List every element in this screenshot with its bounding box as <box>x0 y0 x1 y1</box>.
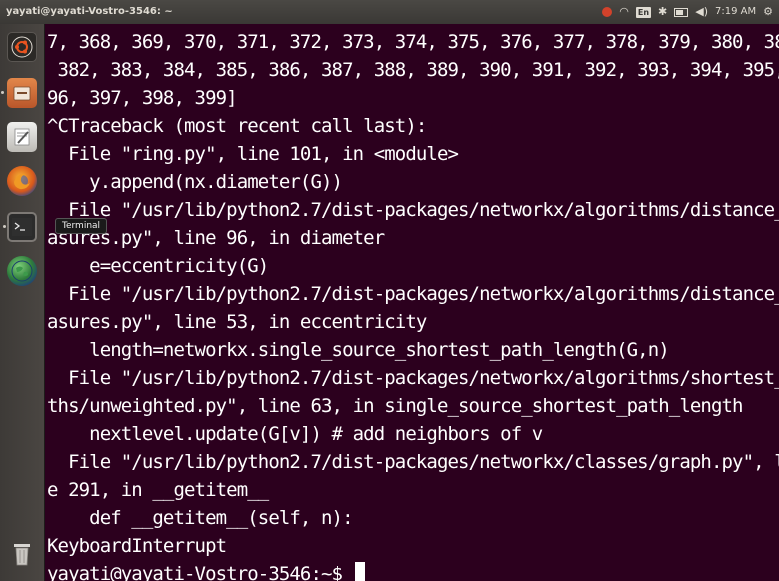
terminal-line: def __getitem__(self, n): <box>47 507 353 529</box>
firefox-icon <box>14 173 30 190</box>
files-icon <box>13 86 31 101</box>
terminal-line: nextlevel.update(G[v]) # add neighbors o… <box>47 423 543 445</box>
window-title: yayati@yayati-Vostro-3546: ~ <box>6 6 173 17</box>
terminal-line: File "/usr/lib/python2.7/dist-packages/n… <box>47 283 779 305</box>
trash-icon <box>14 544 30 566</box>
terminal-line: e=eccentricity(G) <box>47 255 269 277</box>
keyboard-layout-indicator[interactable]: En <box>635 6 652 18</box>
settings-gear-icon[interactable]: ⚙ <box>763 0 773 24</box>
terminal-line: File "/usr/lib/python2.7/dist-packages/n… <box>47 367 779 389</box>
shell-prompt: yayati@yayati-Vostro-3546:~$ <box>47 563 353 581</box>
bluetooth-icon[interactable]: ✱ <box>658 0 667 24</box>
launcher <box>0 24 45 581</box>
terminal-line: 7, 368, 369, 370, 371, 372, 373, 374, 37… <box>47 31 779 53</box>
terminal-line: y.append(nx.diameter(G)) <box>47 171 343 193</box>
running-pip <box>1 91 4 94</box>
text-editor-icon <box>14 128 30 146</box>
terminal-line: asures.py", line 53, in eccentricity <box>47 311 427 333</box>
text-editor-launcher[interactable] <box>7 122 37 152</box>
text-cursor <box>354 562 365 581</box>
volume-icon[interactable]: ◀) <box>695 0 708 24</box>
terminal-line: KeyboardInterrupt <box>47 535 227 557</box>
update-notifier-icon[interactable] <box>602 7 613 17</box>
terminal-line: length=networkx.single_source_shortest_p… <box>47 339 670 361</box>
battery-icon[interactable] <box>674 7 689 17</box>
dash-button[interactable] <box>7 32 37 62</box>
launcher-tooltip: Terminal <box>55 218 108 234</box>
terminal-launcher[interactable] <box>3 212 37 242</box>
terminal-line: 96, 397, 398, 399] <box>47 87 238 109</box>
terminal-line: 382, 383, 384, 385, 386, 387, 388, 389, … <box>47 59 779 81</box>
globe-launcher[interactable] <box>7 256 37 286</box>
terminal-prompt-line[interactable]: yayati@yayati-Vostro-3546:~$ <box>47 560 365 581</box>
firefox-launcher[interactable] <box>7 166 37 196</box>
terminal-line: File "ring.py", line 101, in <module> <box>47 143 459 165</box>
wifi-icon[interactable]: ◠ <box>619 0 629 24</box>
clock[interactable]: 7:19 AM <box>715 0 756 24</box>
terminal-line: File "/usr/lib/python2.7/dist-packages/n… <box>47 451 779 473</box>
files-launcher[interactable] <box>1 78 37 108</box>
indicator-area: ◠ En ✱ ◀) 7:19 AM ⚙ <box>602 0 773 24</box>
terminal-line: ^CTraceback (most recent call last): <box>47 115 427 137</box>
terminal-line: File "/usr/lib/python2.7/dist-packages/n… <box>47 199 779 221</box>
terminal-icon <box>12 218 32 236</box>
trash-launcher[interactable] <box>7 539 37 569</box>
terminal-window[interactable]: 7, 368, 369, 370, 371, 372, 373, 374, 37… <box>45 28 779 581</box>
running-pip <box>3 225 6 228</box>
terminal-line: e 291, in __getitem__ <box>47 479 269 501</box>
ubuntu-logo-icon <box>11 36 33 58</box>
top-panel: yayati@yayati-Vostro-3546: ~ ◠ En ✱ ◀) 7… <box>0 0 779 24</box>
globe-icon <box>11 260 33 282</box>
terminal-line: ths/unweighted.py", line 63, in single_s… <box>47 395 743 417</box>
